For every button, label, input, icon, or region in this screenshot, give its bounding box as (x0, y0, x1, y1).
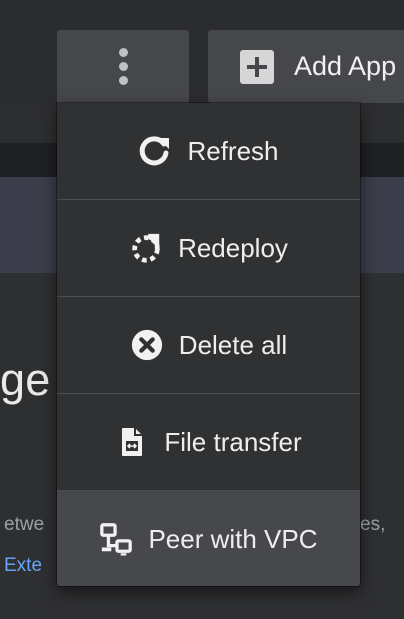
redeploy-icon (129, 231, 163, 265)
network-peer-icon (99, 522, 133, 556)
actions-dropdown-menu: Refresh Redeploy Delete all File transfe… (57, 103, 360, 586)
menu-item-label: Refresh (187, 135, 279, 166)
plus-square-icon (240, 49, 274, 84)
menu-item-redeploy[interactable]: Redeploy (57, 200, 360, 296)
menu-item-peer-with-vpc[interactable]: Peer with VPC (57, 491, 360, 586)
delete-circle-icon (130, 328, 164, 362)
page-heading-fragment: ge (0, 354, 51, 405)
menu-item-delete-all[interactable]: Delete all (57, 297, 360, 393)
menu-item-refresh[interactable]: Refresh (57, 103, 360, 199)
menu-item-file-transfer[interactable]: File transfer (57, 394, 360, 490)
app-page: ge etwe es, Exte Add App Refresh Redeplo… (0, 0, 404, 619)
more-vertical-icon (118, 48, 128, 85)
add-app-label: Add App (294, 51, 397, 81)
description-text-left: etwe (4, 514, 45, 535)
more-actions-button[interactable] (57, 30, 189, 103)
refresh-icon (138, 134, 172, 168)
menu-item-label: File transfer (164, 426, 302, 457)
file-transfer-icon (115, 425, 149, 459)
add-app-button[interactable]: Add App (208, 30, 404, 103)
menu-item-label: Peer with VPC (148, 523, 318, 554)
menu-item-label: Delete all (178, 329, 288, 360)
menu-item-label: Redeploy (178, 232, 288, 263)
external-link[interactable]: Exte (4, 555, 42, 577)
description-text-right: es, (360, 514, 386, 535)
